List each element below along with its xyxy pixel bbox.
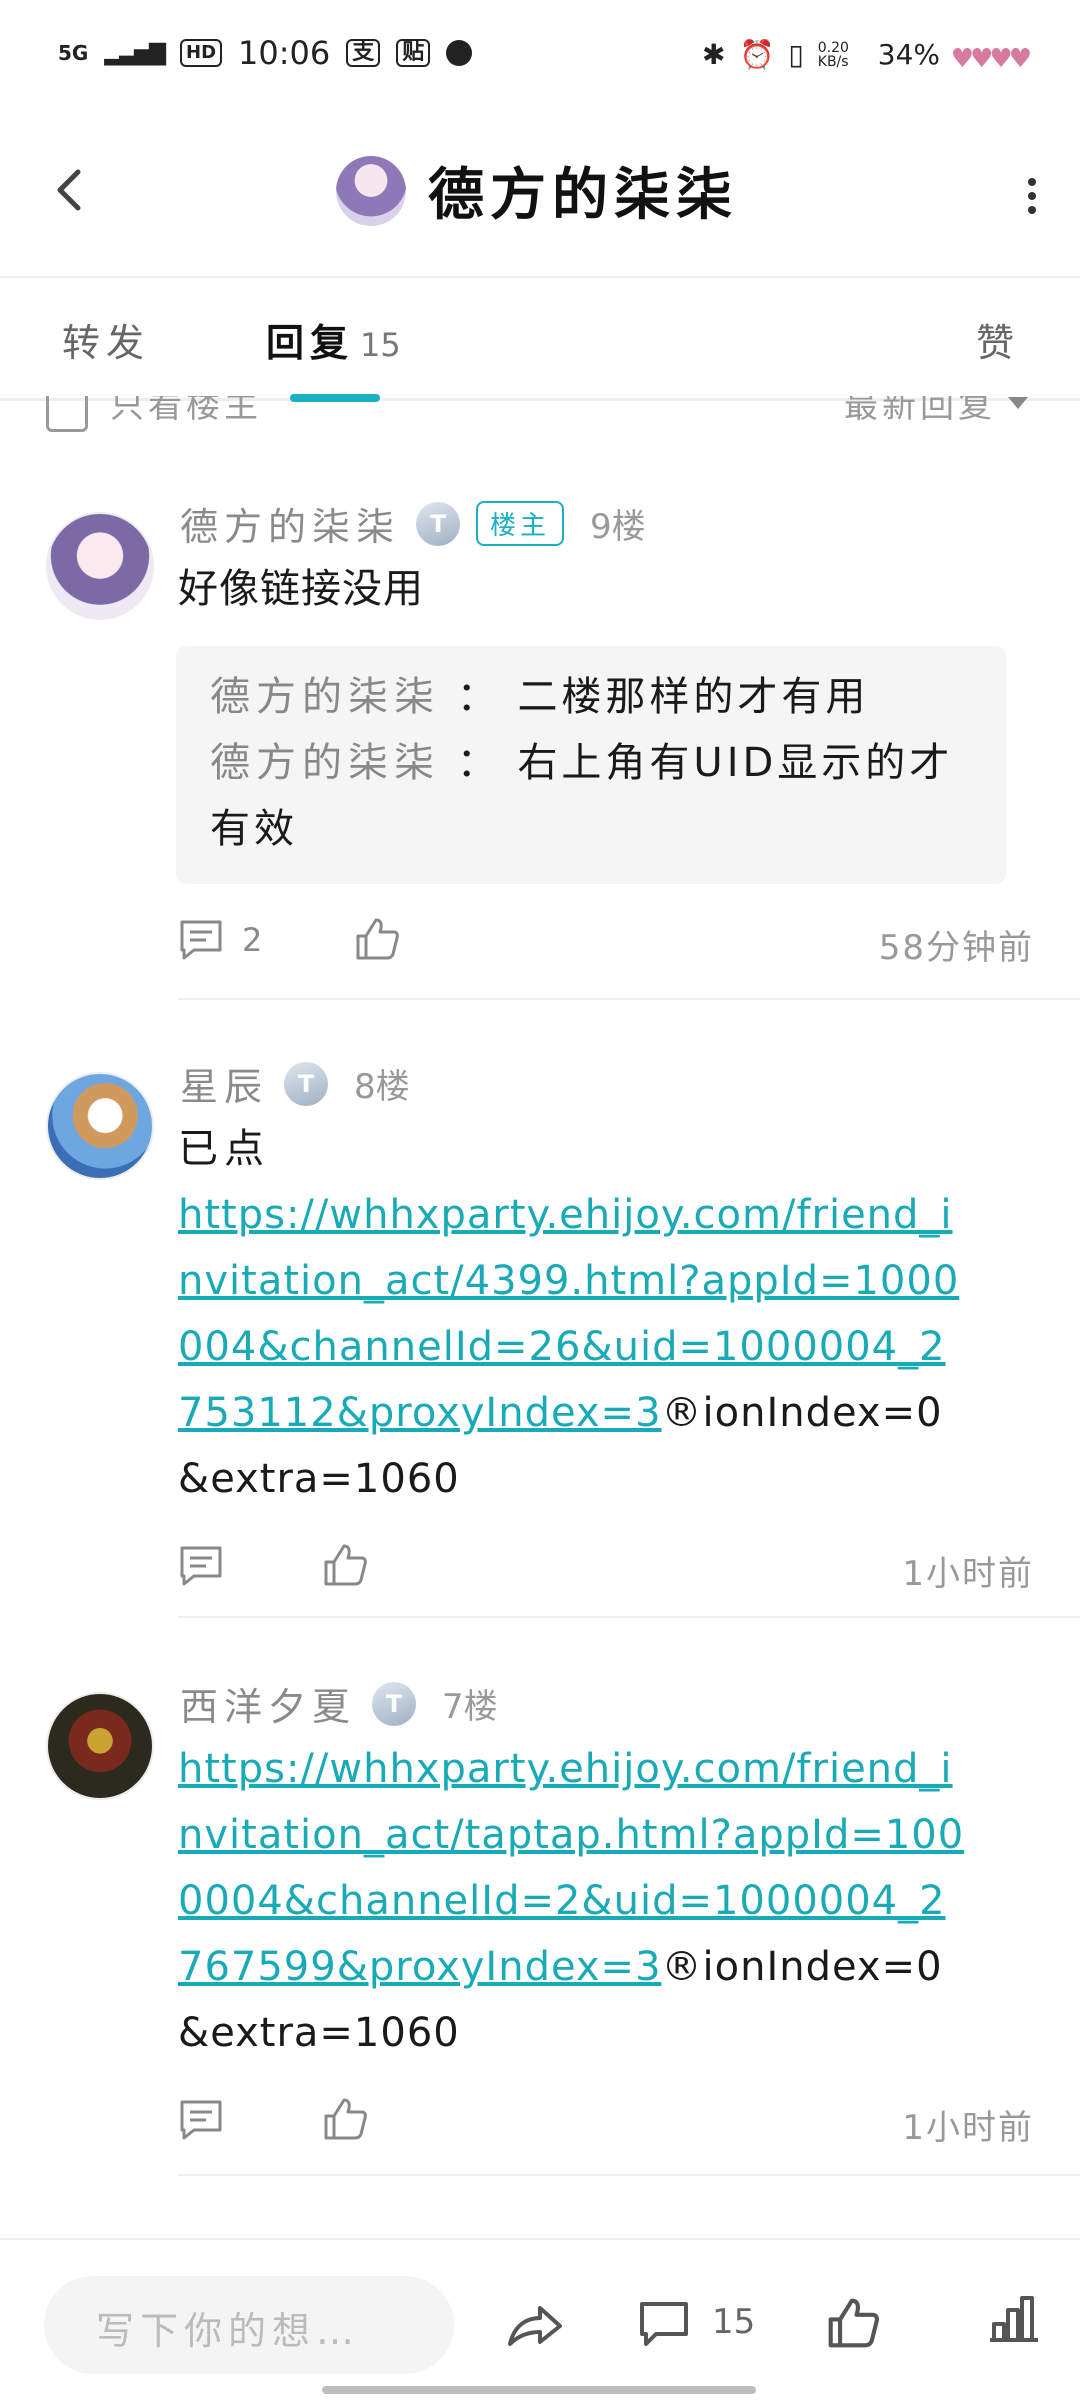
comment-count: 15 — [712, 2302, 756, 2342]
author-avatar[interactable] — [336, 155, 406, 226]
app-notif-icon — [446, 40, 473, 66]
reply-time: 1小时前 — [902, 2108, 1034, 2148]
filter-row: 只看楼主 最新回复 — [0, 396, 1080, 438]
reply-item: 星辰 T 8楼 已点 https://whhxparty.ehijoy.com/… — [0, 1040, 1080, 1620]
like-icon[interactable] — [826, 2296, 880, 2350]
bluetooth-icon: ✱ — [702, 38, 726, 71]
floor-number: 8楼 — [354, 1067, 410, 1107]
level-badge-icon: T — [284, 1061, 329, 1106]
vibrate-icon: ▯ — [788, 38, 804, 71]
tab-bar: 转发 回复 15 赞 — [0, 278, 1080, 402]
divider — [178, 2174, 1080, 2176]
reply-item: 西洋夕夏 T 7楼 https://whhxparty.ehijoy.com/f… — [0, 1660, 1080, 2180]
tieba-notif-icon: 贴 — [396, 39, 431, 67]
reply-content: 好像链接没用 — [178, 566, 424, 612]
comment-input[interactable]: 写下你的想… — [44, 2276, 454, 2374]
comment-placeholder: 写下你的想… — [96, 2309, 361, 2353]
sub-reply-author[interactable]: 德方的柒柒 — [210, 674, 440, 720]
back-arrow-icon[interactable] — [40, 160, 100, 220]
signal-icon: ▂▃▅▇ — [104, 40, 166, 66]
like-icon[interactable] — [322, 1542, 368, 1588]
comment-icon[interactable] — [178, 1544, 224, 1588]
reply-item: 德方的柒柒 T 楼主 9楼 好像链接没用 德方的柒柒 ： 二楼那样的才有用 德方… — [0, 480, 1080, 1000]
reply-time: 1小时前 — [902, 1554, 1034, 1594]
comment-icon — [180, 920, 222, 960]
tab-reply-label: 回复 — [266, 321, 355, 365]
sub-reply-separator: ： — [456, 674, 501, 720]
reply-content: 已点 https://whhxparty.ehijoy.com/friend_i… — [178, 1116, 968, 1512]
battery-hearts-icon: ♥♥♥♥ — [950, 44, 1032, 74]
sub-reply-text: 二楼那样的才有用 — [517, 674, 870, 720]
network-indicator: 5G — [58, 41, 89, 65]
like-icon[interactable] — [322, 2096, 368, 2142]
sub-replies[interactable]: 德方的柒柒 ： 二楼那样的才有用 德方的柒柒 ： 右上角有UID显示的才有效 — [176, 646, 1006, 884]
username[interactable]: 德方的柒柒 — [180, 496, 400, 551]
sort-dropdown[interactable]: 最新回复 — [844, 396, 1028, 427]
alipay-notif-icon: 支 — [346, 39, 381, 67]
reply-time: 58分钟前 — [878, 928, 1034, 968]
battery-level: 34% — [877, 38, 940, 71]
only-op-label[interactable]: 只看楼主 — [110, 396, 262, 427]
sub-reply-author[interactable]: 德方的柒柒 — [210, 740, 440, 786]
home-indicator[interactable] — [322, 2386, 756, 2394]
avatar[interactable] — [46, 512, 154, 620]
divider — [178, 1616, 1080, 1618]
page-title: 德方的柒柒 — [428, 163, 738, 228]
level-badge-icon: T — [416, 501, 461, 546]
reply-content: https://whhxparty.ehijoy.com/friend_invi… — [178, 1736, 968, 2066]
sub-reply: 德方的柒柒 ： 二楼那样的才有用 — [210, 664, 984, 730]
like-icon[interactable] — [354, 916, 400, 962]
clock: 10:06 — [238, 34, 331, 72]
thread-author[interactable]: 德方的柒柒 — [336, 150, 738, 231]
comment-button[interactable]: 2 — [178, 918, 262, 962]
avatar[interactable] — [46, 1692, 154, 1800]
avatar[interactable] — [46, 1072, 154, 1180]
floor-number: 9楼 — [590, 507, 646, 547]
network-speed: 0.20 KB/s — [817, 39, 849, 70]
tab-like[interactable]: 赞 — [976, 312, 1020, 367]
op-badge: 楼主 — [476, 501, 565, 546]
only-op-checkbox[interactable] — [46, 396, 88, 432]
username[interactable]: 西洋夕夏 — [180, 1676, 356, 1731]
alarm-icon: ⏰ — [739, 38, 775, 71]
more-options-icon[interactable] — [1020, 172, 1044, 232]
status-bar: 5G ▂▃▅▇ HD 10:06 支 贴 ✱ ⏰ ▯ 0.20 KB/s 34%… — [0, 0, 1080, 120]
top-bar: 德方的柒柒 — [0, 120, 1080, 278]
tab-reply[interactable]: 回复 15 — [266, 312, 401, 367]
comment-count: 2 — [242, 921, 263, 959]
divider — [178, 998, 1080, 1000]
hd-badge: HD — [180, 39, 223, 67]
comment-icon[interactable] — [638, 2300, 690, 2348]
tab-reply-count: 15 — [360, 326, 401, 364]
sub-reply: 德方的柒柒 ： 右上角有UID显示的才有效 — [210, 730, 984, 862]
tab-forward[interactable]: 转发 — [62, 312, 150, 367]
bottom-action-bar: 写下你的想… 15 — [0, 2238, 1080, 2402]
username[interactable]: 星辰 — [180, 1056, 268, 1111]
comment-icon[interactable] — [178, 2098, 224, 2142]
share-icon[interactable] — [506, 2300, 564, 2350]
level-badge-icon: T — [372, 1681, 417, 1726]
sub-reply-separator: ： — [456, 740, 501, 786]
stats-icon[interactable] — [988, 2294, 1040, 2346]
reply-text: 已点 — [178, 1126, 270, 1172]
floor-number: 7楼 — [442, 1687, 498, 1727]
